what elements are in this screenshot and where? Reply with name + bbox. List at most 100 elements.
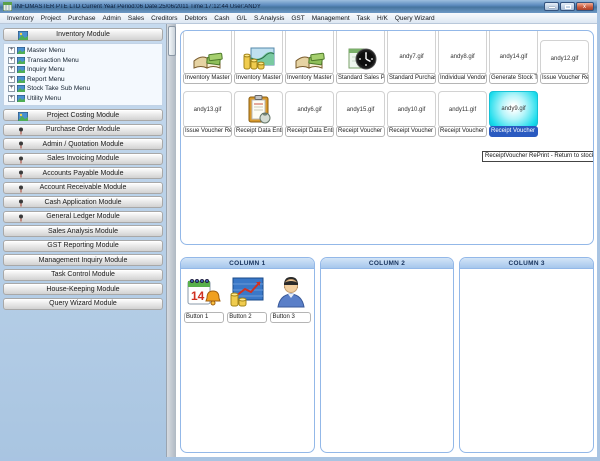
expand-icon[interactable]: +: [8, 85, 15, 92]
sidebar-item-admin-quotation[interactable]: Admin / Quotation Module: [3, 138, 163, 150]
shortcut-receipt-voucher-selected[interactable]: andy9.gif Receipt Voucher Re: [489, 91, 538, 137]
expand-icon[interactable]: +: [8, 57, 15, 64]
sidebar-item-query-wizard[interactable]: Query Wizard Module: [3, 298, 163, 310]
sidebar-item-house-keeping[interactable]: House-Keeping Module: [3, 283, 163, 295]
window-title: INFOMASTER PTE LTD Current Year Period:0…: [15, 4, 541, 10]
shortcut-receipt-voucher-3[interactable]: andy11.gif Receipt Voucher Re: [438, 91, 487, 137]
expand-icon[interactable]: +: [8, 47, 15, 54]
menu-sanalysis[interactable]: S.Analysis: [254, 15, 284, 22]
icon-label: Issue Voucher RePr: [183, 126, 232, 137]
shortcut-issue-voucher-reprint-2[interactable]: andy13.gif Issue Voucher RePr: [183, 91, 232, 137]
shortcut-issue-voucher-reprint-1[interactable]: andy12.gif Issue Voucher RePr: [540, 40, 589, 84]
shortcut-individual-vendor[interactable]: andy8.gif Individual Vendor P: [438, 30, 487, 84]
shortcut-receipt-data-entry-2[interactable]: andy6.gif Receipt Data Entry: [285, 91, 334, 137]
menu-purchase[interactable]: Purchase: [68, 15, 95, 22]
menu-sales[interactable]: Sales: [128, 15, 144, 22]
tree-item-master-menu[interactable]: + Master Menu: [8, 46, 162, 56]
expand-icon[interactable]: +: [8, 95, 15, 102]
menu-query-wizard[interactable]: Query Wizard: [395, 15, 435, 22]
menu-debtors[interactable]: Debtors: [185, 15, 208, 22]
sidebar-item-management-inquiry[interactable]: Management Inquiry Module: [3, 254, 163, 266]
icon-cell: andy11.gif: [438, 91, 487, 128]
expand-icon[interactable]: +: [8, 66, 15, 73]
shortcut-receipt-data-entry-1[interactable]: Receipt Data Entry: [234, 91, 283, 137]
close-icon: x: [583, 4, 586, 10]
shortcut-inventory-master-2[interactable]: Inventory Master M: [234, 30, 283, 84]
restore-button[interactable]: [560, 2, 575, 11]
menu-creditors[interactable]: Creditors: [151, 15, 177, 22]
sidebar-item-project-costing[interactable]: Project Costing Module: [3, 109, 163, 121]
shortcut-standard-sales-pricing[interactable]: Standard Sales Pric: [336, 30, 385, 84]
button-3[interactable]: Button 3: [270, 273, 310, 323]
shortcut-receipt-voucher-1[interactable]: andy15.gif Receipt Voucher Re: [336, 91, 385, 137]
menu-gst[interactable]: GST: [291, 15, 304, 22]
shortcut-generate-stock-take[interactable]: andy14.gif Generate Stock Tak: [489, 30, 538, 84]
sidebar-item-account-receivable[interactable]: Account Receivable Module: [3, 182, 163, 194]
broken-image-filename: andy8.gif: [450, 54, 474, 60]
tree-item-label: Report Menu: [27, 76, 65, 83]
module-button-label: Sales Invoicing Module: [47, 155, 119, 162]
sidebar-item-accounts-payable[interactable]: Accounts Payable Module: [3, 167, 163, 179]
sidebar-item-cash-application[interactable]: Cash Application Module: [3, 196, 163, 208]
pin-icon: [18, 141, 24, 149]
tree-item-stock-take-sub-menu[interactable]: + Stock Take Sub Menu: [8, 84, 162, 94]
sidebar-item-sales-invoicing[interactable]: Sales Invoicing Module: [3, 153, 163, 165]
expand-icon[interactable]: +: [8, 76, 15, 83]
menu-cash[interactable]: Cash: [214, 15, 229, 22]
icon-cell: andy8.gif: [438, 30, 487, 75]
coins-chart-icon: [243, 46, 275, 72]
sidebar-item-sales-analysis[interactable]: Sales Analysis Module: [3, 225, 163, 237]
tree-item-inquiry-menu[interactable]: + Inquiry Menu: [8, 65, 162, 75]
sidebar-item-task-control[interactable]: Task Control Module: [3, 269, 163, 281]
pin-icon: [18, 127, 24, 135]
icon-cell: andy14.gif: [489, 30, 538, 75]
tree-item-label: Master Menu: [27, 47, 65, 54]
chart-coins-icon: [229, 276, 265, 308]
column-3-panel: COLUMN 3: [459, 257, 594, 453]
menu-admin[interactable]: Admin: [102, 15, 120, 22]
close-button[interactable]: x: [576, 2, 594, 11]
person-icon: [275, 276, 307, 308]
button-2[interactable]: Button 2: [227, 273, 267, 323]
icon-label: Inventory Master M: [183, 73, 232, 84]
menu-task[interactable]: Task: [357, 15, 370, 22]
pin-icon: [18, 199, 24, 207]
icon-row-2: andy13.gif Issue Voucher RePr Receipt Da…: [183, 91, 538, 137]
broken-image-filename: andy12.gif: [551, 56, 579, 62]
icon-cell: [336, 30, 385, 75]
module-button-label: Accounts Payable Module: [43, 170, 124, 177]
tree-item-label: Stock Take Sub Menu: [27, 85, 90, 92]
module-button-label: Purchase Order Module: [46, 126, 120, 133]
picture-icon: [17, 47, 25, 54]
icon-label: Issue Voucher RePr: [540, 73, 589, 84]
shortcut-receipt-voucher-2[interactable]: andy10.gif Receipt Voucher Re: [387, 91, 436, 137]
sidebar-item-general-ledger[interactable]: General Ledger Module: [3, 211, 163, 223]
tree-item-label: Inquiry Menu: [27, 66, 65, 73]
shortcut-standard-purchase[interactable]: andy7.gif Standard Purchase: [387, 30, 436, 84]
app-icon: [3, 2, 12, 11]
shortcut-inventory-master-1[interactable]: Inventory Master M: [183, 30, 232, 84]
button-1[interactable]: 14 Button 1: [184, 273, 224, 323]
menu-management[interactable]: Management: [312, 15, 350, 22]
tree-item-utility-menu[interactable]: + Utility Menu: [8, 94, 162, 104]
icon-cell: [234, 30, 283, 75]
clock-icon: [345, 46, 377, 72]
shortcut-inventory-master-3[interactable]: Inventory Master M: [285, 30, 334, 84]
sidebar-item-gst-reporting[interactable]: GST Reporting Module: [3, 240, 163, 252]
icon-cell: andy6.gif: [285, 91, 334, 128]
module-button-label: Account Receivable Module: [40, 184, 127, 191]
vertical-scrollbar[interactable]: [166, 24, 176, 457]
minimize-button[interactable]: [544, 2, 559, 11]
sidebar-item-inventory-module[interactable]: Inventory Module: [3, 28, 163, 41]
sidebar-item-purchase-order[interactable]: Purchase Order Module: [3, 124, 163, 136]
icon-cell: andy10.gif: [387, 91, 436, 128]
scrollbar-thumb[interactable]: [168, 26, 176, 56]
menu-hk[interactable]: H/K: [377, 15, 388, 22]
menu-project[interactable]: Project: [41, 15, 61, 22]
tree-item-transaction-menu[interactable]: + Transaction Menu: [8, 56, 162, 66]
icon-cell: [270, 273, 310, 311]
menu-gl[interactable]: G/L: [236, 15, 246, 22]
broken-image-filename: andy7.gif: [399, 54, 423, 60]
menu-inventory[interactable]: Inventory: [7, 15, 34, 22]
tree-item-report-menu[interactable]: + Report Menu: [8, 75, 162, 85]
